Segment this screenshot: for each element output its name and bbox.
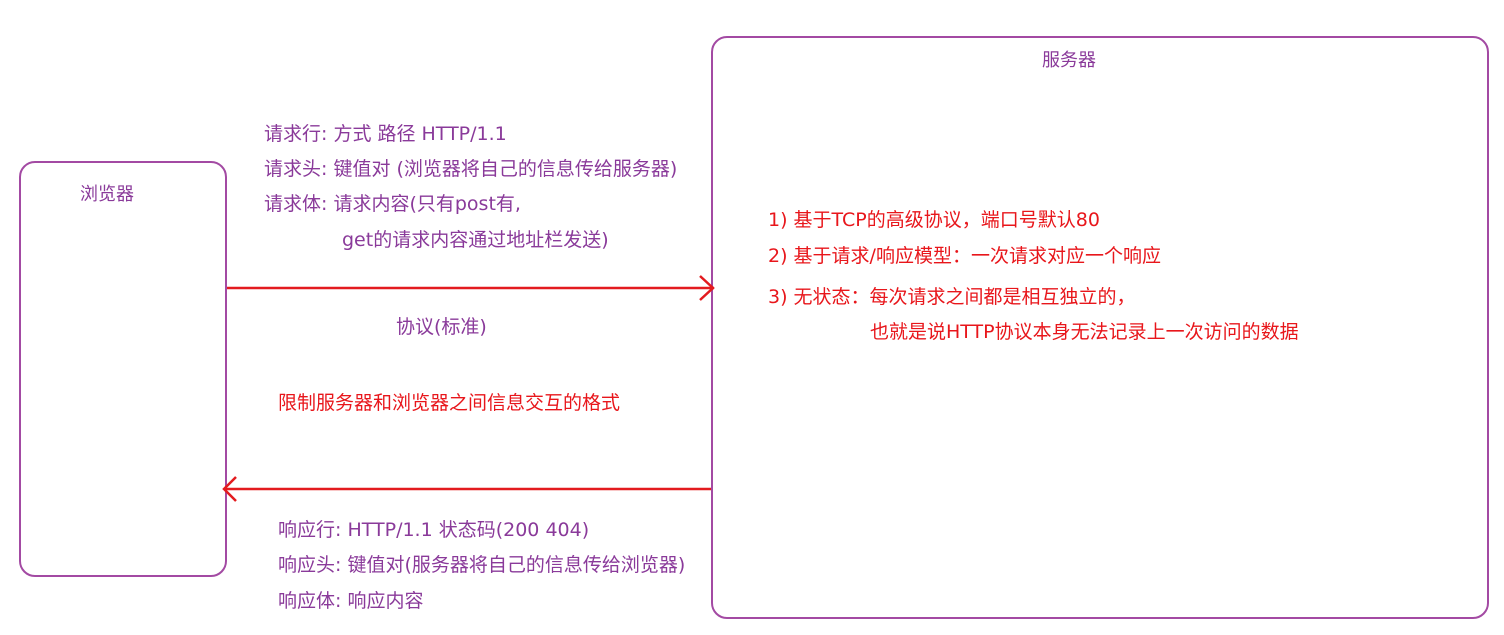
protocol-title: 协议(标准) [396,316,487,338]
request-body-cont-text: get的请求内容通过地址栏发送) [342,229,609,251]
response-body-text: 响应体: 响应内容 [278,590,424,612]
request-line-text: 请求行: 方式 路径 HTTP/1.1 [264,123,507,145]
browser-box [19,161,227,577]
request-header-text: 请求头: 键值对 (浏览器将自己的信息传给服务器) [264,158,678,180]
server-label: 服务器 [1042,50,1096,71]
protocol-description: 限制服务器和浏览器之间信息交互的格式 [278,392,621,414]
response-line-text: 响应行: HTTP/1.1 状态码(200 404) [278,519,590,541]
server-feature-3: 3) 无状态：每次请求之间都是相互独立的， [768,286,1136,308]
response-header-text: 响应头: 键值对(服务器将自己的信息传给浏览器) [278,554,686,576]
request-arrow [227,275,715,301]
server-feature-2: 2) 基于请求/响应模型：一次请求对应一个响应 [768,245,1161,267]
server-feature-3-cont: 也就是说HTTP协议本身无法记录上一次访问的数据 [870,321,1299,343]
browser-label: 浏览器 [80,184,134,205]
request-body-text: 请求体: 请求内容(只有post有, [264,193,521,215]
response-arrow [222,476,711,502]
server-feature-1: 1) 基于TCP的高级协议，端口号默认80 [768,209,1100,231]
